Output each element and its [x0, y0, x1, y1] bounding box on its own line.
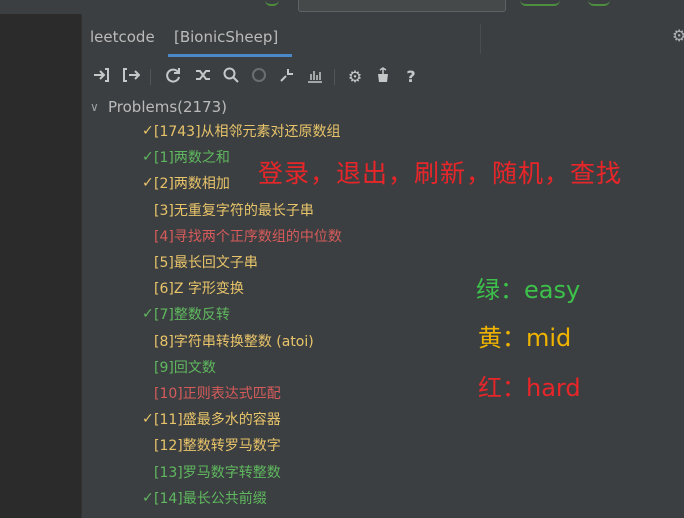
tab-user[interactable]: [BionicSheep] — [174, 28, 278, 46]
problem-item[interactable]: [8]字符串转换整数 (atoi) — [154, 330, 314, 352]
check-icon: ✓ — [142, 411, 154, 428]
cancel-icon[interactable] — [248, 66, 270, 88]
problem-label: [1]两数之和 — [154, 150, 230, 167]
search-everywhere-box[interactable] — [298, 0, 506, 12]
annotation-actions: 登录，退出，刷新，随机，查找 — [258, 159, 623, 188]
problem-label: [8]字符串转换整数 (atoi) — [154, 333, 314, 350]
tree-root-label: Problems(2173) — [108, 98, 228, 116]
donate-icon[interactable] — [372, 66, 394, 88]
update-icon[interactable] — [520, 0, 560, 6]
collapse-icon[interactable] — [276, 66, 298, 88]
problem-item[interactable]: ✓ [2]两数相加 — [142, 172, 230, 194]
problem-label: [12]整数转罗马数字 — [154, 438, 281, 455]
problem-label: [11]盛最多水的容器 — [154, 412, 281, 429]
annotation-easy: 绿：easy — [476, 276, 581, 304]
problem-label: [4]寻找两个正序数组的中位数 — [154, 228, 342, 245]
problem-label: [14]最长公共前缀 — [154, 490, 267, 507]
problem-item[interactable]: [12]整数转罗马数字 — [154, 434, 281, 456]
problem-item[interactable]: ✓ [1743]从相邻元素对还原数组 — [142, 120, 341, 142]
check-icon: ✓ — [142, 175, 154, 192]
random-icon[interactable] — [192, 66, 214, 88]
tab-bar: leetcode [BionicSheep] ⚙ — [82, 14, 684, 58]
problem-item[interactable]: ✓ [14]最长公共前缀 — [142, 487, 267, 509]
run-icon[interactable] — [265, 0, 279, 6]
top-strip — [0, 0, 684, 14]
chart-icon[interactable] — [304, 66, 326, 88]
problem-label: [5]最长回文子串 — [154, 255, 258, 271]
logout-icon[interactable] — [120, 66, 142, 88]
check-icon: ✓ — [142, 149, 154, 166]
problem-label: [1743]从相邻元素对还原数组 — [154, 124, 341, 140]
help-icon[interactable]: ? — [400, 66, 422, 88]
settings-icon[interactable]: ⚙ — [344, 66, 366, 88]
left-gutter — [0, 14, 82, 518]
check-icon: ✓ — [142, 489, 154, 506]
problem-item[interactable]: ✓ [7]整数反转 — [142, 303, 230, 325]
annotation-hard: 红：hard — [478, 374, 581, 402]
active-tab-indicator — [168, 54, 292, 57]
chevron-down-icon[interactable]: ∨ — [90, 100, 108, 114]
problem-item[interactable]: [9]回文数 — [154, 356, 216, 378]
tree-root[interactable]: ∨ Problems(2173) — [90, 96, 227, 118]
annotation-mid: 黄：mid — [478, 324, 572, 352]
problem-item[interactable]: [6]Z 字形变换 — [154, 277, 244, 299]
search-icon[interactable] — [220, 66, 242, 88]
problem-label: [13]罗马数字转整数 — [154, 464, 281, 481]
leetcode-tool-window: leetcode [BionicSheep] ⚙ ⚙ ? ∨ Problems(… — [82, 14, 684, 518]
problem-item[interactable]: [5]最长回文子串 — [154, 251, 258, 273]
vcs-icon[interactable] — [588, 0, 610, 6]
problem-item[interactable]: ✓ [1]两数之和 — [142, 146, 230, 168]
problem-item[interactable]: [3]无重复字符的最长子串 — [154, 199, 314, 221]
check-icon: ✓ — [142, 306, 154, 323]
toolbar-divider — [334, 69, 335, 85]
problem-label: [10]正则表达式匹配 — [154, 386, 281, 402]
refresh-icon[interactable] — [162, 66, 184, 88]
problem-item[interactable]: ✓ [11]盛最多水的容器 — [142, 408, 281, 430]
problem-label: [9]回文数 — [154, 359, 216, 376]
problem-label: [3]无重复字符的最长子串 — [154, 202, 314, 219]
problem-item[interactable]: [4]寻找两个正序数组的中位数 — [154, 225, 342, 247]
login-icon[interactable] — [90, 66, 112, 88]
problem-label: [7]整数反转 — [154, 307, 230, 324]
check-icon: ✓ — [142, 123, 154, 139]
tab-divider — [480, 24, 481, 54]
problem-item[interactable]: [10]正则表达式匹配 — [154, 382, 281, 404]
toolbar-divider — [150, 69, 151, 85]
problem-item[interactable]: [13]罗马数字转整数 — [154, 461, 281, 483]
gear-icon[interactable]: ⚙ — [672, 26, 684, 46]
tab-leetcode[interactable]: leetcode — [90, 28, 155, 46]
problem-label: [2]两数相加 — [154, 176, 230, 193]
toolbar: ⚙ ? — [82, 60, 684, 94]
problem-label: [6]Z 字形变换 — [154, 281, 244, 298]
